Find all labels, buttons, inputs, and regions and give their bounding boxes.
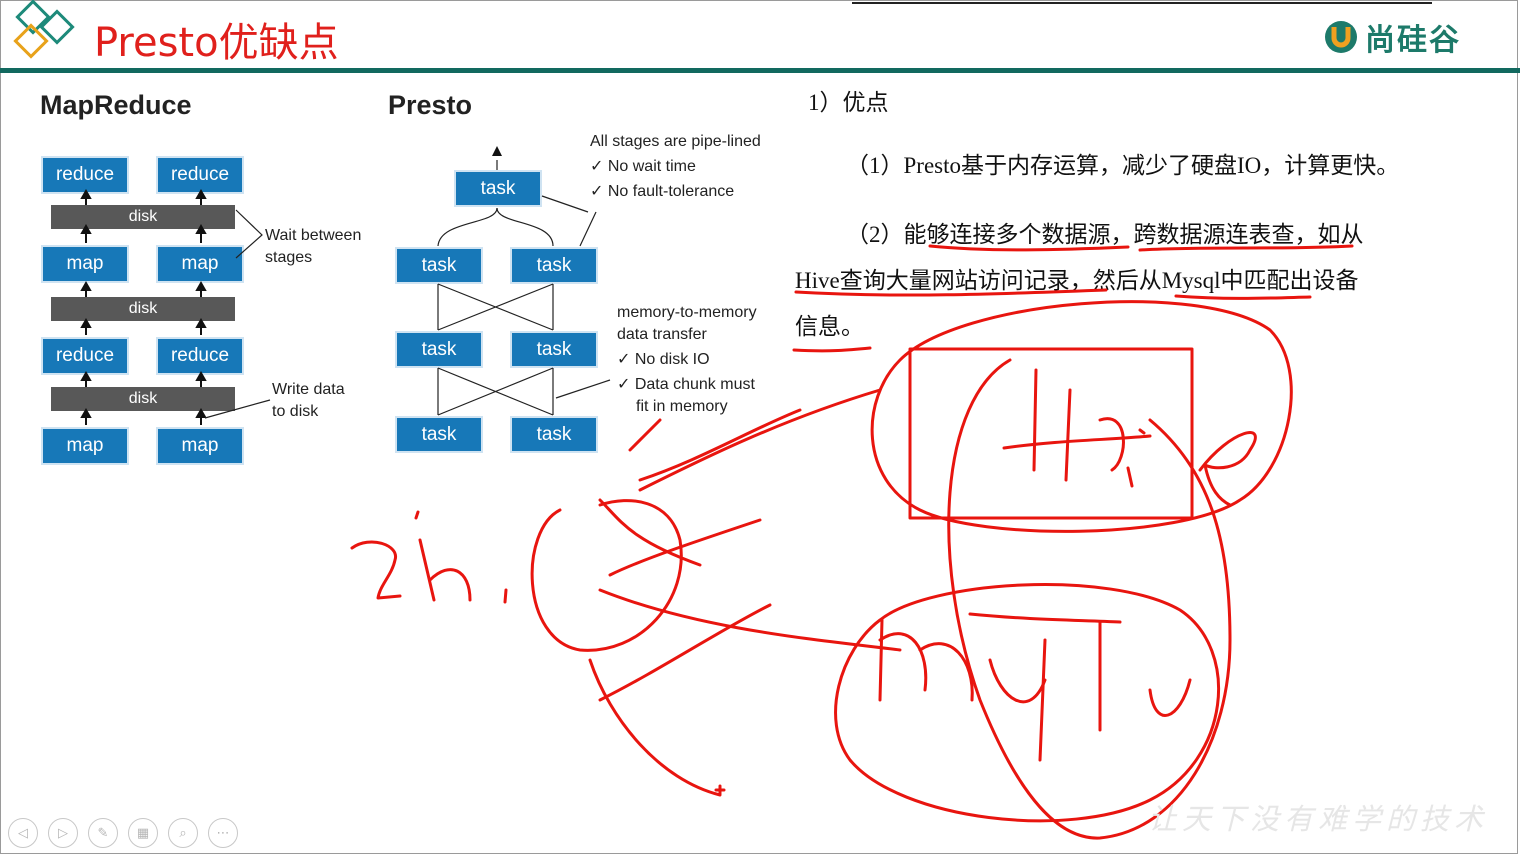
slides-overview-button[interactable]: ▦ bbox=[128, 818, 158, 848]
slide-title: Presto优缺点 bbox=[94, 20, 339, 66]
zoom-icon: ⌕ bbox=[179, 825, 187, 840]
disk-bar: disk bbox=[51, 387, 235, 411]
note-write-disk: Write data to disk bbox=[272, 379, 345, 423]
next-icon: ▷ bbox=[58, 825, 68, 840]
note-wait-line-2: stages bbox=[265, 249, 313, 266]
advantage-para-1: （1）Presto基于内存运算，减少了硬盘IO，计算更快。 bbox=[846, 153, 1400, 178]
more-options-button[interactable]: ⋯ bbox=[208, 818, 238, 848]
map-box: map bbox=[156, 427, 244, 465]
task-box: task bbox=[510, 247, 598, 284]
task-box: task bbox=[395, 331, 483, 368]
note-pipelined-line-1: All stages are pipe-lined bbox=[590, 133, 761, 150]
more-icon: ⋯ bbox=[216, 825, 230, 840]
task-box: task bbox=[510, 416, 598, 453]
note-pipelined-line-2: ✓ No wait time bbox=[590, 158, 696, 175]
brand-name: 尚硅谷 bbox=[1365, 23, 1461, 58]
disk-bar: disk bbox=[51, 205, 235, 229]
note-memory-line-5: fit in memory bbox=[636, 398, 728, 415]
prev-icon: ◁ bbox=[18, 825, 28, 840]
note-memory-line-4: ✓ Data chunk must bbox=[617, 376, 755, 393]
note-wait-between: Wait between stages bbox=[265, 225, 361, 269]
advantage-para-2-line-1: （2）能够连接多个数据源，跨数据源连表查，如从 bbox=[846, 222, 1364, 247]
header-rule bbox=[0, 68, 1520, 73]
note-memory: memory-to-memory data transfer ✓ No disk… bbox=[617, 302, 757, 418]
pen-icon: ✎ bbox=[97, 825, 109, 840]
map-box: map bbox=[41, 427, 129, 465]
mapreduce-heading: MapReduce bbox=[40, 90, 192, 120]
task-box: task bbox=[395, 247, 483, 284]
reduce-box: reduce bbox=[156, 337, 244, 375]
task-box: task bbox=[454, 170, 542, 207]
map-box: map bbox=[156, 245, 244, 283]
logo-diamonds-icon bbox=[13, 0, 75, 59]
note-memory-line-2: data transfer bbox=[617, 326, 707, 343]
footer-slogan: 让天下没有难学的技术 bbox=[1148, 802, 1489, 836]
advantage-para-2-line-3: 信息。 bbox=[795, 314, 864, 339]
reduce-box: reduce bbox=[156, 156, 244, 194]
slides-icon: ▦ bbox=[136, 825, 150, 840]
brand-mark-icon bbox=[1325, 21, 1357, 53]
reduce-box: reduce bbox=[41, 337, 129, 375]
map-box: map bbox=[41, 245, 129, 283]
note-write-line-2: to disk bbox=[272, 403, 319, 420]
note-memory-line-1: memory-to-memory bbox=[617, 304, 757, 321]
presto-heading: Presto bbox=[388, 90, 473, 120]
advantages-heading: 1）优点 bbox=[808, 90, 889, 115]
note-pipelined-line-3: ✓ No fault-tolerance bbox=[590, 183, 735, 200]
task-box: task bbox=[510, 331, 598, 368]
pen-tool-button[interactable]: ✎ bbox=[88, 818, 118, 848]
advantage-para-2-line-2: Hive查询大量网站访问记录，然后从Mysql中匹配出设备 bbox=[795, 268, 1359, 293]
slide-header: Presto优缺点 尚硅谷 bbox=[0, 0, 1520, 73]
slideshow-nav: ◁ ▷ ✎ ▦ ⌕ ⋯ bbox=[8, 818, 238, 848]
top-divider bbox=[852, 2, 1432, 4]
zoom-button[interactable]: ⌕ bbox=[168, 818, 198, 848]
note-write-line-1: Write data bbox=[272, 381, 345, 398]
task-box: task bbox=[395, 416, 483, 453]
reduce-box: reduce bbox=[41, 156, 129, 194]
next-slide-button[interactable]: ▷ bbox=[48, 818, 78, 848]
note-pipelined: All stages are pipe-lined ✓ No wait time… bbox=[590, 129, 761, 204]
prev-slide-button[interactable]: ◁ bbox=[8, 818, 38, 848]
note-memory-line-3: ✓ No disk IO bbox=[617, 351, 710, 368]
note-wait-line-1: Wait between bbox=[265, 227, 362, 244]
disk-bar: disk bbox=[51, 297, 235, 321]
brand-logo: 尚硅谷 bbox=[1323, 16, 1461, 58]
